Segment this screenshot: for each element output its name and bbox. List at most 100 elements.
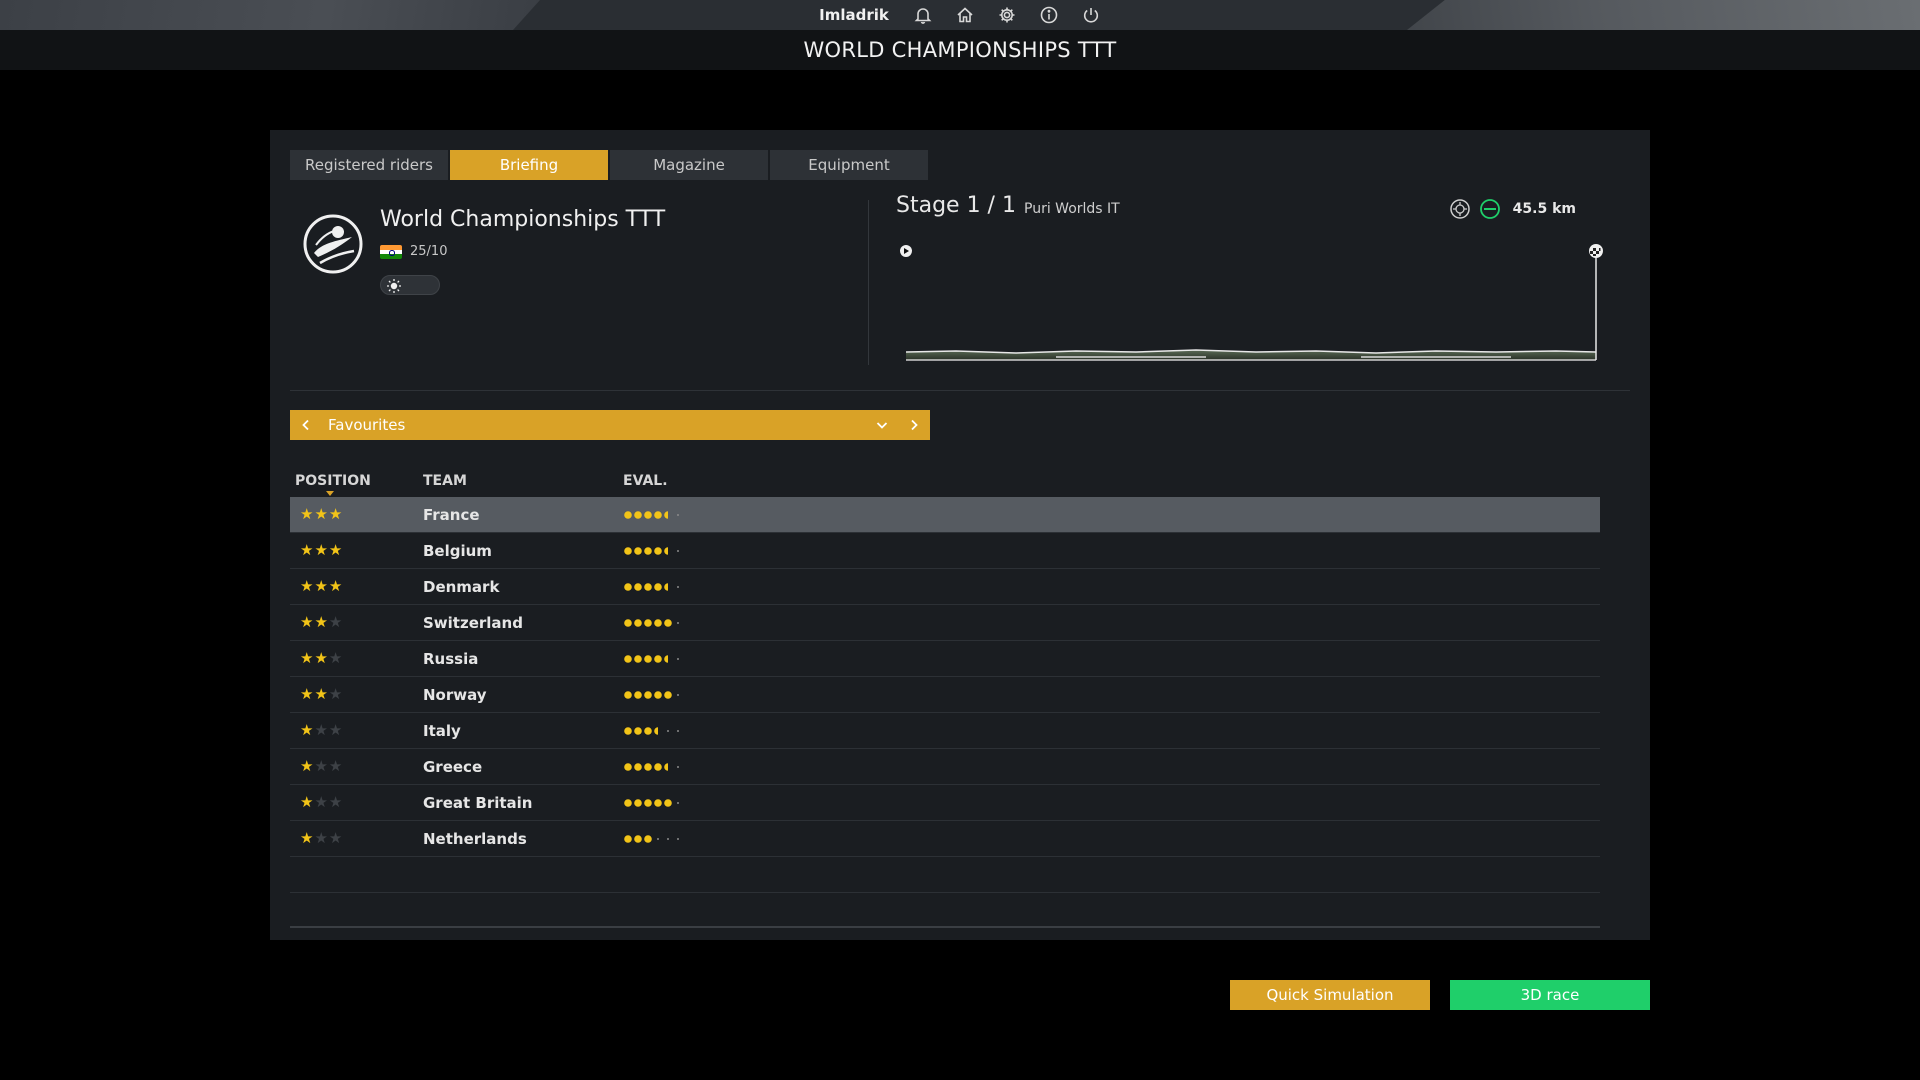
tab-briefing[interactable]: Briefing [450,150,608,180]
eval-dot-half [664,546,668,555]
eval-dot-full [654,546,662,555]
sun-icon [387,279,401,293]
eval-dot-empty [677,657,679,660]
tab-magazine[interactable]: Magazine [610,150,768,180]
star-icon: ★ [314,793,328,811]
position-stars: ★ ★ ★ [290,759,423,774]
eval-rating [623,581,823,593]
page-title: WORLD CHAMPIONSHIPS TTT [803,38,1117,62]
quick-simulation-button[interactable]: Quick Simulation [1230,980,1430,1010]
power-icon[interactable] [1081,5,1101,25]
table-row[interactable]: ★ ★ ★ Switzerland [290,605,1600,641]
eval-dot-full [624,762,632,771]
stage-distance: 45.5 km [1512,201,1576,217]
eval-dot-full [634,654,642,663]
star-icon: ★ [314,829,328,847]
chevron-down-icon[interactable] [874,417,890,433]
eval-rating [623,761,823,773]
info-icon[interactable] [1039,5,1059,25]
tab-registered-riders[interactable]: Registered riders [290,150,448,180]
star-icon: ★ [300,613,314,631]
table-row[interactable]: ★ ★ ★ Russia [290,641,1600,677]
position-stars: ★ ★ ★ [290,831,423,846]
table-row[interactable]: ★ ★ ★ Great Britain [290,785,1600,821]
header-eval[interactable]: EVAL. [623,473,823,489]
start-marker-icon [900,245,912,257]
eval-dot-full [634,798,642,807]
header-position[interactable]: POSITION [290,473,423,489]
star-icon: ★ [314,685,328,703]
eval-dot-full [624,546,632,555]
chevron-left-icon[interactable] [298,417,314,433]
table-row[interactable]: ★ ★ ★ Belgium [290,533,1600,569]
team-time-trial-icon [1449,199,1470,219]
eval-dot-full [644,762,652,771]
team-name[interactable]: Denmark [423,578,623,596]
header-team[interactable]: TEAM [423,473,623,489]
eval-dot-half [664,510,668,519]
eval-dot-empty [667,837,669,840]
eval-dots [624,726,679,735]
team-name[interactable]: Netherlands [423,830,623,848]
stage-info: Stage 1 / 1 Puri Worlds IT 45.5 km [896,190,1606,370]
eval-dots [624,690,679,699]
eval-dot-full [624,726,632,735]
position-stars: ★ ★ ★ [290,543,423,558]
stage-profile [900,244,1603,361]
eval-dot-full [664,798,672,807]
gear-icon[interactable] [997,5,1017,25]
table-row[interactable]: ★ ★ ★ Norway [290,677,1600,713]
eval-dots [624,546,679,555]
table-row[interactable]: ★ ★ ★ Netherlands [290,821,1600,857]
team-name[interactable]: Italy [423,722,623,740]
table-header: POSITION TEAM EVAL. [290,465,1600,497]
home-icon[interactable] [955,5,975,25]
star-icon: ★ [300,649,314,667]
table-row[interactable]: ★ ★ ★ Denmark [290,569,1600,605]
3d-race-button[interactable]: 3D race [1450,980,1650,1010]
eval-dot-full [624,654,632,663]
chevron-right-icon[interactable] [906,417,922,433]
stage-label: Stage 1 / 1 [896,193,1016,218]
star-icon: ★ [314,505,328,523]
position-stars: ★ ★ ★ [290,723,423,738]
favourites-table: POSITION TEAM EVAL. ★ ★ ★ France ★ ★ ★ Belgium ★… [290,465,1600,893]
eval-dot-empty [677,837,679,840]
finish-flag-icon [1589,244,1603,258]
eval-dots [624,582,679,591]
eval-dot-full [654,690,662,699]
table-scroll-track [290,926,1600,928]
team-name[interactable]: France [423,506,623,524]
favourites-selector[interactable]: Favourites [290,410,930,440]
top-bar: Imladrik [0,0,1920,30]
star-icon: ★ [314,649,328,667]
team-name[interactable]: Great Britain [423,794,623,812]
eval-dot-empty [677,693,679,696]
eval-rating [623,725,823,737]
table-row[interactable]: ★ ★ ★ Greece [290,749,1600,785]
position-stars: ★ ★ ★ [290,615,423,630]
table-row[interactable]: ★ ★ ★ France [290,497,1600,533]
eval-dot-full [624,510,632,519]
eval-dot-full [654,582,662,591]
eval-dot-empty [677,585,679,588]
sort-arrow-icon [326,491,334,496]
tab-equipment[interactable]: Equipment [770,150,928,180]
table-row[interactable]: ★ ★ ★ Italy [290,713,1600,749]
team-name[interactable]: Belgium [423,542,623,560]
bell-icon[interactable] [913,5,933,25]
eval-dots [624,618,679,627]
eval-dot-full [634,690,642,699]
username[interactable]: Imladrik [819,6,889,24]
star-icon: ★ [300,793,314,811]
star-icon: ★ [328,613,343,631]
position-stars: ★ ★ ★ [290,579,423,594]
team-name[interactable]: Greece [423,758,623,776]
eval-dot-full [634,834,642,843]
team-name[interactable]: Norway [423,686,623,704]
eval-dot-full [634,546,642,555]
eval-dot-empty [677,765,679,768]
eval-dot-half [664,582,668,591]
team-name[interactable]: Russia [423,650,623,668]
team-name[interactable]: Switzerland [423,614,623,632]
